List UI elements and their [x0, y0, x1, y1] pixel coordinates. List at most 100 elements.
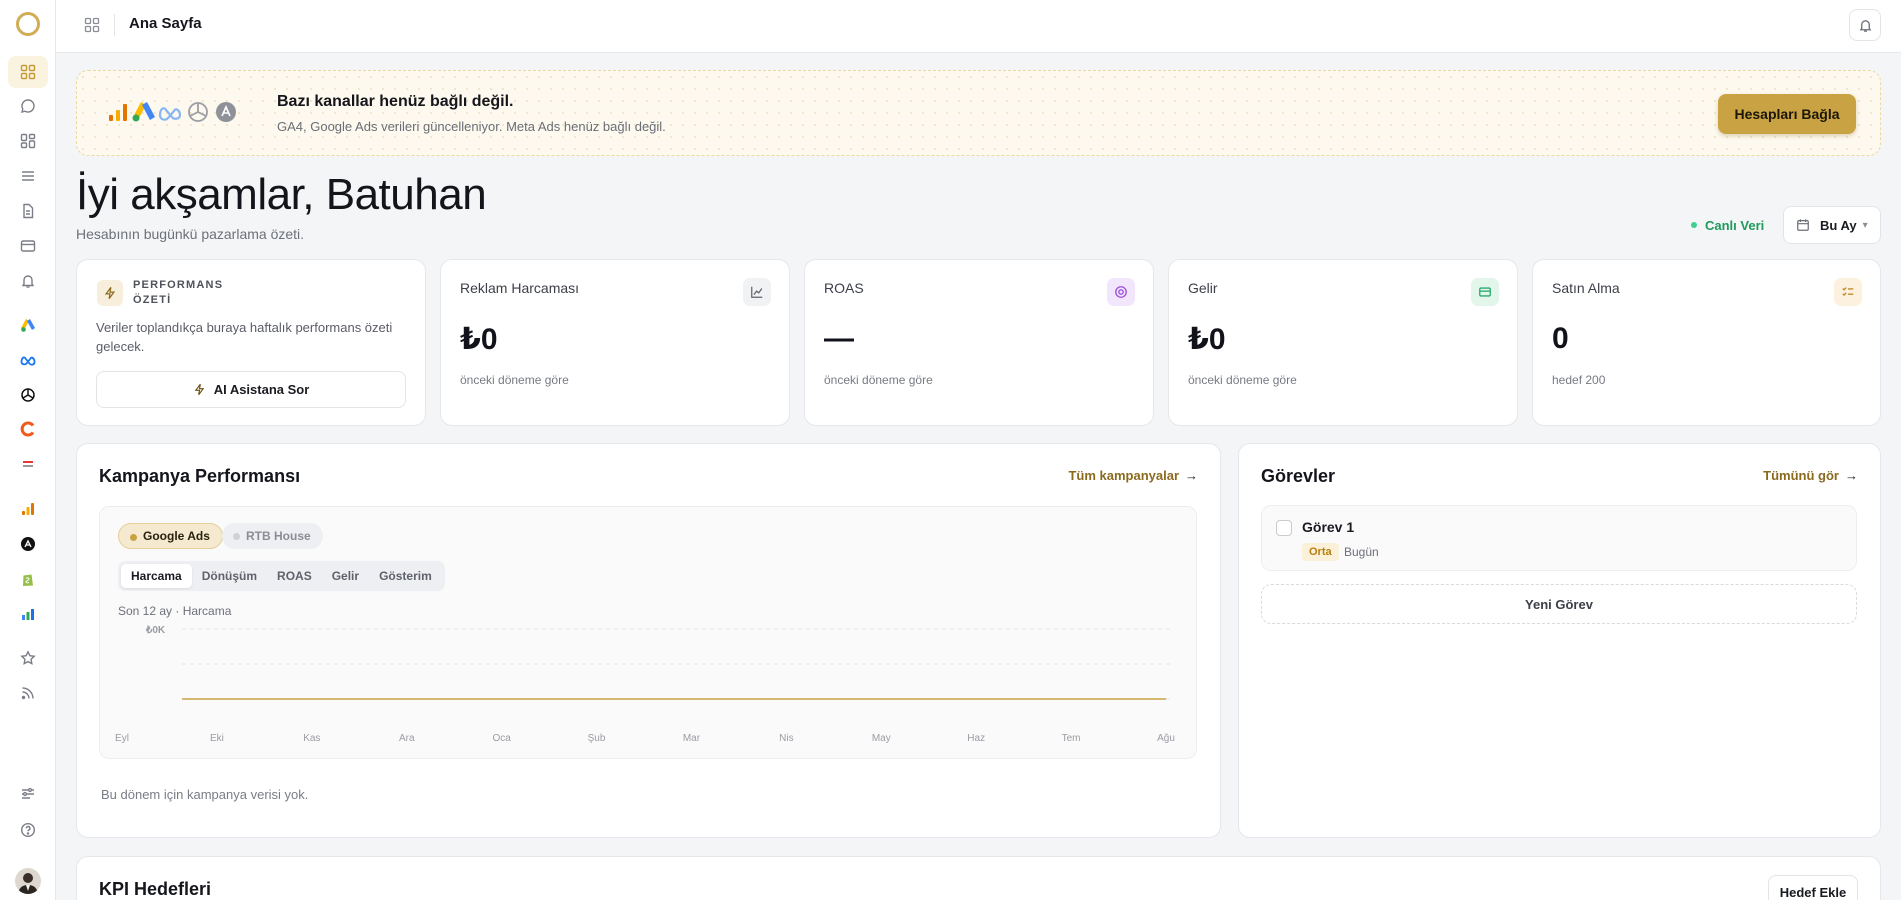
- page-title: Ana Sayfa: [129, 15, 202, 32]
- target-icon: [1107, 278, 1135, 306]
- openai-icon[interactable]: [20, 387, 36, 403]
- task-item[interactable]: Görev 1 Orta Bugün: [1261, 505, 1857, 571]
- live-data-label: Canlı Veri: [1705, 217, 1765, 233]
- metric-tabs: Harcama Dönüşüm ROAS Gelir Gösterim: [118, 561, 445, 591]
- task-priority-badge: Orta: [1302, 543, 1339, 561]
- chip-rtb-house[interactable]: RTB House: [222, 523, 323, 549]
- grid-icon[interactable]: [20, 64, 36, 80]
- meta-icon[interactable]: [20, 352, 36, 368]
- topbar: Ana Sayfa: [56, 0, 1901, 53]
- ask-ai-button[interactable]: AI Asistana Sor: [96, 371, 406, 408]
- apps-grid-icon[interactable]: [84, 17, 100, 33]
- tab-roas[interactable]: ROAS: [267, 564, 322, 588]
- meta-icon: [157, 99, 183, 125]
- shopify-icon[interactable]: [20, 571, 36, 587]
- campaign-panel-title: Kampanya Performansı: [99, 466, 301, 486]
- task-title: Görev 1: [1302, 519, 1355, 535]
- chip-google-ads[interactable]: Google Ads: [118, 523, 223, 549]
- campaign-empty-note: Bu dönem için kampanya verisi yok.: [101, 787, 309, 802]
- tasks-panel-title: Görevler: [1261, 466, 1336, 486]
- rtb-house-icon[interactable]: [20, 456, 36, 472]
- google-ads-icon: [131, 99, 157, 125]
- analytics-icon[interactable]: [20, 501, 36, 517]
- lightning-icon: [97, 280, 123, 306]
- chip-dot: [233, 533, 240, 540]
- metric-note: önceki döneme göre: [824, 373, 933, 387]
- chip-label: RTB House: [246, 529, 311, 543]
- all-campaigns-link[interactable]: Tüm kampanyalar →: [1068, 468, 1198, 483]
- metric-note: önceki döneme göre: [460, 373, 569, 387]
- x-tick-label: Nis: [779, 733, 793, 744]
- tab-gosterim[interactable]: Gösterim: [369, 564, 442, 588]
- bell-icon: [1859, 19, 1871, 32]
- c-brand-icon[interactable]: [20, 421, 36, 437]
- period-selector[interactable]: Bu Ay ▾: [1783, 206, 1881, 244]
- x-tick-label: Eki: [210, 733, 224, 744]
- y-tick-label: ₺0K: [145, 625, 166, 636]
- period-label: Bu Ay: [1820, 217, 1857, 233]
- greeting-title: İyi akşamlar, Batuhan: [76, 170, 487, 219]
- google-ads-icon[interactable]: [20, 317, 36, 333]
- tab-gelir[interactable]: Gelir: [322, 564, 369, 588]
- all-campaigns-label: Tüm kampanyalar: [1068, 468, 1179, 483]
- see-all-tasks-link[interactable]: Tümünü gör →: [1763, 468, 1858, 483]
- x-tick-label: Ara: [399, 733, 415, 744]
- chart-caption: Son 12 ay · Harcama: [118, 604, 232, 618]
- campaign-performance-panel: Kampanya Performansı Tüm kampanyalar → G…: [76, 443, 1221, 838]
- add-goal-button[interactable]: Hedef Ekle: [1768, 875, 1858, 900]
- card-icon: [1471, 278, 1499, 306]
- tab-donusum[interactable]: Dönüşüm: [192, 564, 267, 588]
- notifications-button[interactable]: [1849, 9, 1881, 41]
- list-check-icon: [1834, 278, 1862, 306]
- tab-harcama[interactable]: Harcama: [121, 564, 192, 588]
- calendar-icon: [1797, 219, 1809, 231]
- banner-subtitle: GA4, Google Ads verileri güncelleniyor. …: [277, 119, 666, 134]
- banner-title: Bazı kanallar henüz bağlı değil.: [277, 93, 514, 110]
- x-tick-label: Ağu: [1157, 733, 1175, 744]
- metric-card-roas: ROAS — önceki döneme göre: [804, 259, 1154, 426]
- rss-icon[interactable]: [20, 685, 36, 701]
- x-tick-label: Kas: [303, 733, 320, 744]
- analytics-icon: [105, 99, 131, 125]
- avatar[interactable]: [15, 868, 41, 894]
- x-tick-label: May: [872, 733, 891, 744]
- metric-label: Reklam Harcaması: [460, 280, 580, 296]
- document-icon[interactable]: [20, 203, 36, 219]
- x-tick-label: Eyl: [115, 733, 129, 744]
- task-checkbox[interactable]: [1276, 520, 1292, 536]
- x-tick-label: Şub: [588, 733, 606, 744]
- kpi-panel-title: KPI Hedefleri: [99, 879, 212, 899]
- help-icon[interactable]: [20, 822, 36, 838]
- arrow-right-icon: →: [1185, 468, 1198, 483]
- star-icon[interactable]: [20, 650, 36, 666]
- settings-sliders-icon[interactable]: [20, 786, 36, 802]
- line-chart-icon: [743, 278, 771, 306]
- metric-card-purchases: Satın Alma 0 hedef 200: [1532, 259, 1881, 426]
- dashboard-icon[interactable]: [20, 133, 36, 149]
- performance-summary-title: PERFORMANS ÖZETİ: [133, 279, 224, 306]
- connection-banner: Bazı kanallar henüz bağlı değil. GA4, Go…: [76, 70, 1881, 156]
- new-task-button[interactable]: Yeni Görev: [1261, 584, 1857, 624]
- x-tick-label: Haz: [967, 733, 985, 744]
- metric-value: 0: [1552, 322, 1569, 355]
- bell-icon[interactable]: [20, 273, 36, 289]
- connect-accounts-button[interactable]: Hesapları Bağla: [1718, 94, 1856, 134]
- lightning-icon: [194, 383, 204, 396]
- live-data-indicator: Canlı Veri: [1679, 212, 1774, 238]
- kpi-panel: KPI Hedefleri Hedef Ekle: [76, 856, 1881, 900]
- list-icon[interactable]: [20, 168, 36, 184]
- metric-value: —: [824, 322, 854, 355]
- metric-label: Gelir: [1188, 280, 1218, 296]
- search-console-icon[interactable]: [20, 606, 36, 622]
- arrow-right-icon: →: [1845, 468, 1858, 483]
- app-logo[interactable]: [16, 12, 40, 36]
- performance-summary-card: PERFORMANS ÖZETİ Veriler toplandıkça bur…: [76, 259, 426, 426]
- chat-icon[interactable]: [20, 98, 36, 114]
- credit-card-icon[interactable]: [20, 238, 36, 254]
- app-store-icon: [213, 99, 239, 125]
- campaign-chart: Google Ads RTB House Harcama Dönüşüm ROA…: [99, 506, 1197, 759]
- openai-icon: [185, 99, 211, 125]
- app-store-icon[interactable]: [20, 536, 36, 552]
- chevron-down-icon: ▾: [1862, 219, 1868, 231]
- performance-summary-text: Veriler toplandıkça buraya haftalık perf…: [96, 320, 393, 354]
